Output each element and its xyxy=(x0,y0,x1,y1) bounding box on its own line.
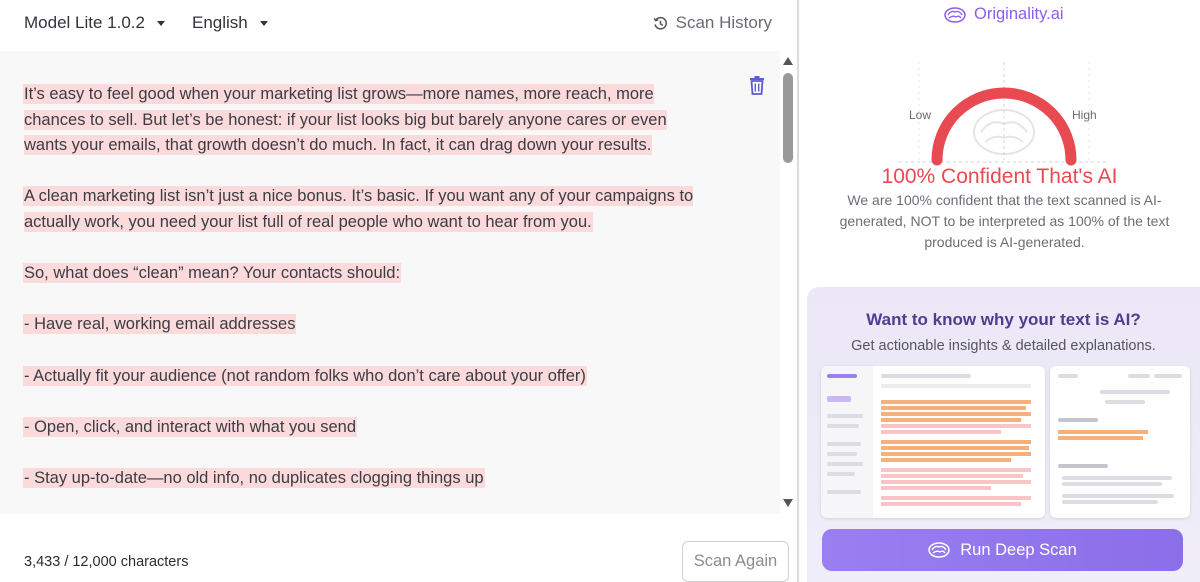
paragraph: So, what does “clean” mean? Your contact… xyxy=(24,261,704,287)
model-dropdown-label: Model Lite 1.0.2 xyxy=(24,13,145,32)
ai-highlight: It’s easy to feel good when your marketi… xyxy=(24,85,667,155)
ai-highlight: A clean marketing list isn’t just a nice… xyxy=(24,187,694,231)
chevron-down-icon xyxy=(259,21,268,26)
scanned-text[interactable]: It’s easy to feel good when your marketi… xyxy=(24,82,704,514)
brand-name: Originality.ai xyxy=(974,5,1064,23)
paragraph: It’s easy to feel good when your marketi… xyxy=(24,82,704,159)
character-count: 3,433 / 12,000 characters xyxy=(24,554,189,570)
run-deep-scan-label: Run Deep Scan xyxy=(960,540,1077,559)
brain-icon xyxy=(928,542,950,558)
scrollbar-thumb[interactable] xyxy=(783,73,793,163)
gauge-high-label: High xyxy=(1072,108,1097,122)
brand-logo: Originality.ai xyxy=(944,5,1064,24)
scan-again-button[interactable]: Scan Again xyxy=(682,541,789,582)
gauge-arc xyxy=(931,87,1077,166)
text-editor[interactable]: It’s easy to feel good when your marketi… xyxy=(0,51,780,514)
promo-subtitle: Get actionable insights & detailed expla… xyxy=(851,338,1156,354)
model-dropdown[interactable]: Model Lite 1.0.2 xyxy=(24,13,165,33)
history-icon xyxy=(653,16,667,30)
paragraph: - Have real, working email addresses xyxy=(24,312,704,338)
gauge-low-label: Low xyxy=(909,108,932,122)
paragraph: - Stay up-to-date—no old info, no duplic… xyxy=(24,466,704,492)
results-panel: Originality.ai Low High 100% Confident T… xyxy=(799,0,1200,582)
trash-icon[interactable] xyxy=(748,75,766,95)
preview-sidebar xyxy=(821,366,873,518)
promo-title: Want to know why your text is AI? xyxy=(866,310,1141,329)
scroll-down-icon[interactable] xyxy=(783,499,793,507)
editor-panel: Model Lite 1.0.2 English Scan History It… xyxy=(0,0,798,582)
paragraph: - Open, click, and interact with what yo… xyxy=(24,415,704,441)
language-dropdown-label: English xyxy=(192,13,248,32)
confidence-description: We are 100% confident that the text scan… xyxy=(839,192,1170,250)
run-deep-scan-button[interactable]: Run Deep Scan xyxy=(822,529,1183,571)
scan-history-button[interactable]: Scan History xyxy=(653,13,772,33)
ai-highlight: - Have real, working email addresses xyxy=(24,315,296,334)
chevron-down-icon xyxy=(156,21,165,26)
deep-scan-preview-image xyxy=(821,366,1045,518)
paragraph: A clean marketing list isn’t just a nice… xyxy=(24,184,704,235)
deep-scan-detail-preview-image xyxy=(1050,366,1190,518)
toolbar: Model Lite 1.0.2 English Scan History xyxy=(0,0,798,50)
language-dropdown[interactable]: English xyxy=(192,13,268,33)
ai-highlight: - Actually fit your audience (not random… xyxy=(24,366,586,385)
paragraph: - Actually fit your audience (not random… xyxy=(24,364,704,390)
ai-highlight: - Open, click, and interact with what yo… xyxy=(24,417,356,436)
editor-scrollbar[interactable] xyxy=(780,51,796,514)
editor-footer: 3,433 / 12,000 characters Scan Again xyxy=(0,514,798,582)
scan-history-label: Scan History xyxy=(675,13,772,32)
brain-icon xyxy=(944,6,966,23)
scroll-up-icon[interactable] xyxy=(783,57,793,65)
confidence-title: 100% Confident That's AI xyxy=(881,165,1118,188)
ai-highlight: So, what does “clean” mean? Your contact… xyxy=(24,264,401,283)
ai-highlight: - Stay up-to-date—no old info, no duplic… xyxy=(24,468,484,487)
